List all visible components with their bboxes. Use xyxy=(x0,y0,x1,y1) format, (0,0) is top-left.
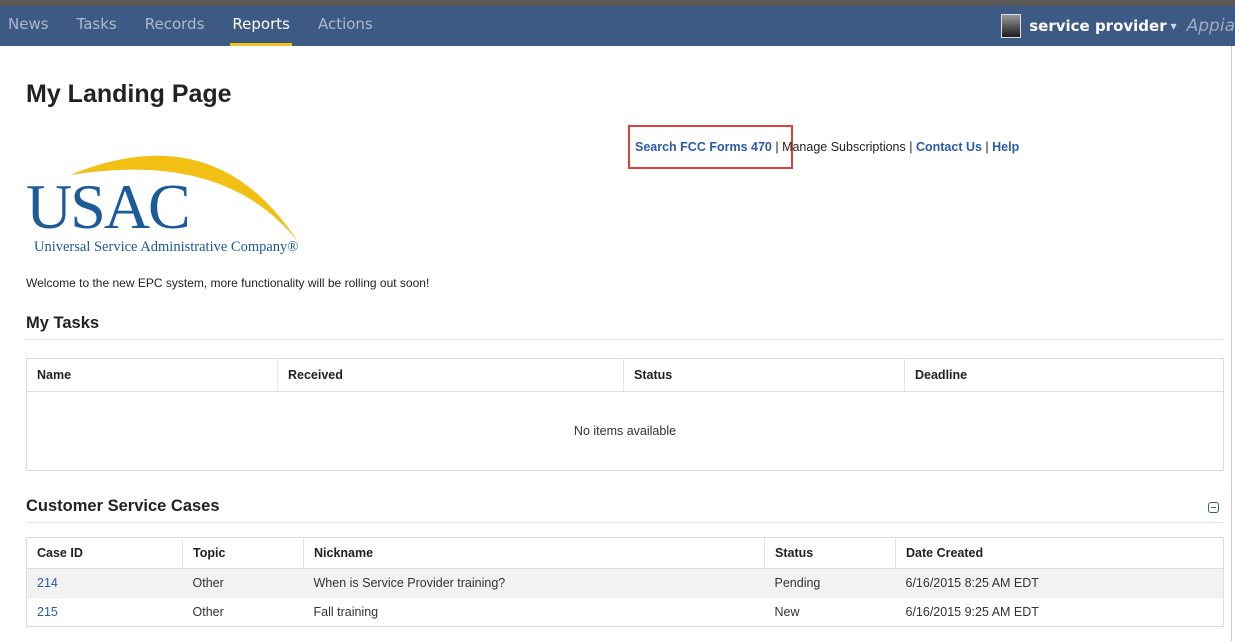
top-navigation-bar: News Tasks Records Reports Actions servi… xyxy=(0,0,1235,46)
link-separator: | xyxy=(981,140,993,154)
column-header-status[interactable]: Status xyxy=(764,537,896,569)
status-cell: New xyxy=(764,597,896,627)
usac-logo: USAC Universal Service Administrative Co… xyxy=(26,145,326,260)
nav-tab-reports[interactable]: Reports xyxy=(218,6,304,46)
customer-service-cases-table: Case ID Topic Nickname Status Date Creat… xyxy=(26,537,1224,627)
empty-state-text: No items available xyxy=(573,424,677,438)
column-header-received[interactable]: Received xyxy=(277,358,624,392)
nickname-cell: When is Service Provider training? xyxy=(303,568,765,598)
user-menu[interactable]: service provider ▾ Appia xyxy=(1001,6,1235,46)
nav-tab-news[interactable]: News xyxy=(0,6,63,46)
column-header-date-created[interactable]: Date Created xyxy=(895,537,1224,569)
link-separator: | xyxy=(771,140,783,154)
collapse-icon[interactable] xyxy=(1208,502,1219,513)
date-created-cell: 6/16/2015 9:25 AM EDT xyxy=(895,597,1224,627)
topic-cell: Other xyxy=(182,568,304,598)
logo-wordmark: USAC xyxy=(26,171,191,242)
column-header-nickname[interactable]: Nickname xyxy=(303,537,765,569)
case-id-link[interactable]: 215 xyxy=(37,605,58,619)
table-row: 214 Other When is Service Provider train… xyxy=(26,568,1224,598)
table-row: No items available xyxy=(27,392,1224,471)
case-id-cell[interactable]: 215 xyxy=(26,597,183,627)
customer-service-cases-title: Customer Service Cases xyxy=(26,497,220,515)
my-tasks-table: Name Received Status Deadline No items a… xyxy=(26,358,1224,471)
contact-us-link[interactable]: Contact Us xyxy=(916,140,982,154)
nav-tab-actions[interactable]: Actions xyxy=(304,6,387,46)
chevron-down-icon[interactable]: ▾ xyxy=(1171,19,1177,33)
column-header-topic[interactable]: Topic xyxy=(182,537,304,569)
case-id-cell[interactable]: 214 xyxy=(26,568,183,598)
user-name[interactable]: service provider xyxy=(1029,17,1166,35)
nav-tab-tasks[interactable]: Tasks xyxy=(63,6,131,46)
customer-service-cases-heading: Customer Service Cases xyxy=(26,497,1223,523)
manage-subscriptions-link[interactable]: Manage Subscriptions xyxy=(782,140,906,154)
nav-tab-records[interactable]: Records xyxy=(131,6,219,46)
column-header-case-id[interactable]: Case ID xyxy=(26,537,183,569)
case-id-link[interactable]: 214 xyxy=(37,576,58,590)
column-header-status[interactable]: Status xyxy=(623,358,905,392)
logo-subtitle: Universal Service Administrative Company… xyxy=(34,239,299,255)
column-header-deadline[interactable]: Deadline xyxy=(904,358,1224,392)
date-created-cell: 6/16/2015 8:25 AM EDT xyxy=(895,568,1224,598)
main-nav: News Tasks Records Reports Actions xyxy=(0,6,387,46)
nickname-cell: Fall training xyxy=(303,597,765,627)
table-header-row: Name Received Status Deadline xyxy=(26,358,1224,392)
link-separator: | xyxy=(905,140,916,154)
my-tasks-heading: My Tasks xyxy=(26,314,1223,340)
header-links: Search FCC Forms 470 | Manage Subscripti… xyxy=(635,140,1019,154)
table-row: 215 Other Fall training New 6/16/2015 9:… xyxy=(26,597,1224,627)
my-tasks-title: My Tasks xyxy=(26,314,100,332)
status-cell: Pending xyxy=(764,568,896,598)
brand-logo-text: Appia xyxy=(1186,16,1235,36)
topic-cell: Other xyxy=(182,597,304,627)
table-header-row: Case ID Topic Nickname Status Date Creat… xyxy=(26,537,1224,569)
welcome-message: Welcome to the new EPC system, more func… xyxy=(26,276,430,290)
column-header-name[interactable]: Name xyxy=(26,358,278,392)
avatar[interactable] xyxy=(1001,14,1022,38)
page-title: My Landing Page xyxy=(26,80,232,108)
help-link[interactable]: Help xyxy=(992,140,1019,154)
search-fcc-forms-link[interactable]: Search FCC Forms 470 xyxy=(635,140,772,154)
